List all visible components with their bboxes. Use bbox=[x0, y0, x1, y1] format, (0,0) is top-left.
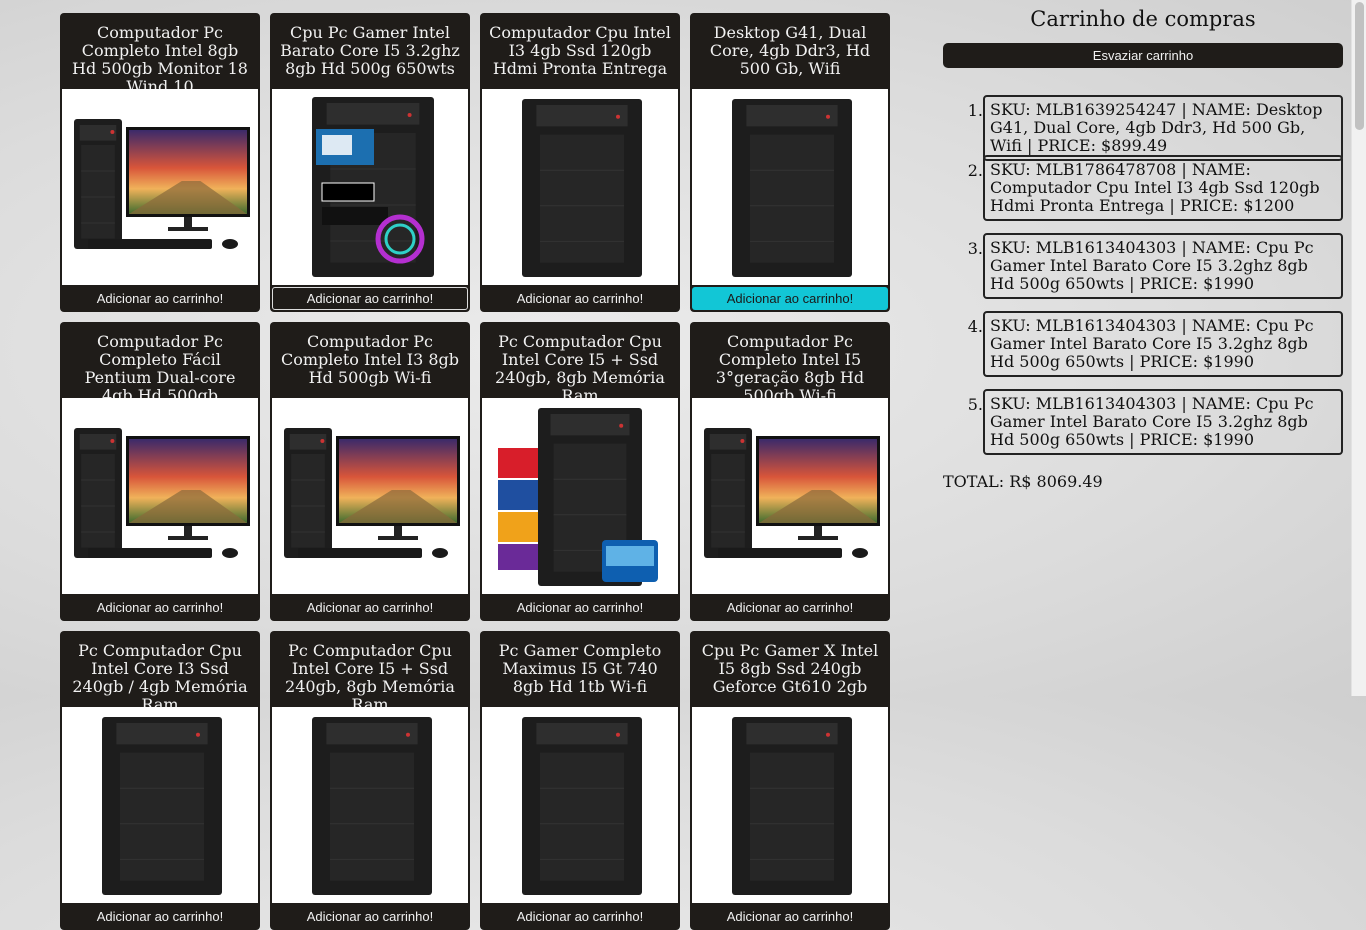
product-image bbox=[482, 398, 678, 594]
product-title: Desktop G41, Dual Core, 4gb Ddr3, Hd 500… bbox=[709, 23, 871, 78]
page-scrollbar[interactable] bbox=[1351, 0, 1366, 696]
add-to-cart-button[interactable]: Adicionar ao carrinho! bbox=[482, 905, 678, 928]
product-card: Computador Pc Completo Intel I5 3°geraçã… bbox=[690, 322, 890, 621]
product-image bbox=[272, 398, 468, 594]
add-to-cart-button[interactable]: Adicionar ao carrinho! bbox=[62, 905, 258, 928]
cart-item: 3. SKU: MLB1613404303 | NAME: Cpu Pc Game… bbox=[943, 233, 1343, 311]
product-title: Computador Pc Completo Intel 8gb Hd 500g… bbox=[72, 23, 248, 96]
product-image bbox=[272, 707, 468, 903]
add-to-cart-button[interactable]: Adicionar ao carrinho! bbox=[692, 287, 888, 310]
product-card: Pc Computador Cpu Intel Core I3 Ssd 240g… bbox=[60, 631, 260, 930]
product-image bbox=[692, 398, 888, 594]
cart-item: 1. SKU: MLB1639254247 | NAME: Desktop G41… bbox=[943, 95, 1343, 161]
product-card: Pc Gamer Completo Maximus I5 Gt 740 8gb … bbox=[480, 631, 680, 930]
empty-cart-button[interactable]: Esvaziar carrinho bbox=[943, 43, 1343, 68]
product-card: Computador Cpu Intel I3 4gb Ssd 120gb Hd… bbox=[480, 13, 680, 312]
product-title: Cpu Pc Gamer Intel Barato Core I5 3.2ghz… bbox=[280, 23, 460, 78]
cart-item-text: SKU: MLB1639254247 | NAME: Desktop G41, … bbox=[983, 95, 1343, 161]
cart-item-text: SKU: MLB1613404303 | NAME: Cpu Pc Gamer … bbox=[983, 389, 1343, 455]
product-image bbox=[62, 398, 258, 594]
product-image bbox=[482, 89, 678, 285]
product-title: Pc Computador Cpu Intel Core I5 + Ssd 24… bbox=[495, 332, 665, 405]
product-card: Cpu Pc Gamer X Intel I5 8gb Ssd 240gb Ge… bbox=[690, 631, 890, 930]
product-card: Pc Computador Cpu Intel Core I5 + Ssd 24… bbox=[270, 631, 470, 930]
cart-item-text: SKU: MLB1786478708 | NAME: Computador Cp… bbox=[983, 155, 1343, 221]
add-to-cart-button[interactable]: Adicionar ao carrinho! bbox=[482, 596, 678, 619]
add-to-cart-button[interactable]: Adicionar ao carrinho! bbox=[692, 905, 888, 928]
cart-item-number: 5. bbox=[967, 395, 983, 414]
cart-item: 4. SKU: MLB1613404303 | NAME: Cpu Pc Game… bbox=[943, 311, 1343, 389]
product-image bbox=[692, 707, 888, 903]
cart-heading: Carrinho de compras bbox=[1030, 7, 1256, 31]
scrollbar-thumb[interactable] bbox=[1355, 2, 1364, 130]
product-image bbox=[692, 89, 888, 285]
product-image bbox=[62, 707, 258, 903]
cart-item-number: 4. bbox=[967, 317, 983, 336]
cart-item-text: SKU: MLB1613404303 | NAME: Cpu Pc Gamer … bbox=[983, 311, 1343, 377]
cart-total: TOTAL: R$ 8069.49 bbox=[943, 472, 1103, 491]
cart-item-text: SKU: MLB1613404303 | NAME: Cpu Pc Gamer … bbox=[983, 233, 1343, 299]
product-title: Computador Cpu Intel I3 4gb Ssd 120gb Hd… bbox=[489, 23, 671, 78]
product-card: Cpu Pc Gamer Intel Barato Core I5 3.2ghz… bbox=[270, 13, 470, 312]
cart-item: 2. SKU: MLB1786478708 | NAME: Computador … bbox=[943, 155, 1343, 233]
product-card: Computador Pc Completo Intel 8gb Hd 500g… bbox=[60, 13, 260, 312]
product-card: Computador Pc Completo Fácil Pentium Dua… bbox=[60, 322, 260, 621]
cart-item: 5. SKU: MLB1613404303 | NAME: Cpu Pc Game… bbox=[943, 389, 1343, 467]
add-to-cart-button[interactable]: Adicionar ao carrinho! bbox=[62, 596, 258, 619]
product-title: Computador Pc Completo Fácil Pentium Dua… bbox=[84, 332, 236, 405]
product-image bbox=[482, 707, 678, 903]
product-card: Desktop G41, Dual Core, 4gb Ddr3, Hd 500… bbox=[690, 13, 890, 312]
cart-list: 1. SKU: MLB1639254247 | NAME: Desktop G41… bbox=[943, 95, 1343, 467]
add-to-cart-button[interactable]: Adicionar ao carrinho! bbox=[62, 287, 258, 310]
add-to-cart-button[interactable]: Adicionar ao carrinho! bbox=[692, 596, 888, 619]
add-to-cart-button[interactable]: Adicionar ao carrinho! bbox=[272, 905, 468, 928]
cart-item-number: 1. bbox=[967, 101, 983, 120]
product-title: Computador Pc Completo Intel I5 3°geraçã… bbox=[715, 332, 865, 405]
add-to-cart-button[interactable]: Adicionar ao carrinho! bbox=[272, 596, 468, 619]
cart-item-number: 2. bbox=[967, 161, 983, 180]
shopping-cart: Carrinho de compras Esvaziar carrinho 1.… bbox=[943, 0, 1343, 491]
product-image bbox=[62, 89, 258, 285]
product-title: Computador Pc Completo Intel I3 8gb Hd 5… bbox=[281, 332, 459, 387]
add-to-cart-button[interactable]: Adicionar ao carrinho! bbox=[272, 287, 468, 310]
product-card: Pc Computador Cpu Intel Core I5 + Ssd 24… bbox=[480, 322, 680, 621]
cart-item-number: 3. bbox=[967, 239, 983, 258]
product-card: Computador Pc Completo Intel I3 8gb Hd 5… bbox=[270, 322, 470, 621]
add-to-cart-button[interactable]: Adicionar ao carrinho! bbox=[482, 287, 678, 310]
product-image bbox=[272, 89, 468, 285]
